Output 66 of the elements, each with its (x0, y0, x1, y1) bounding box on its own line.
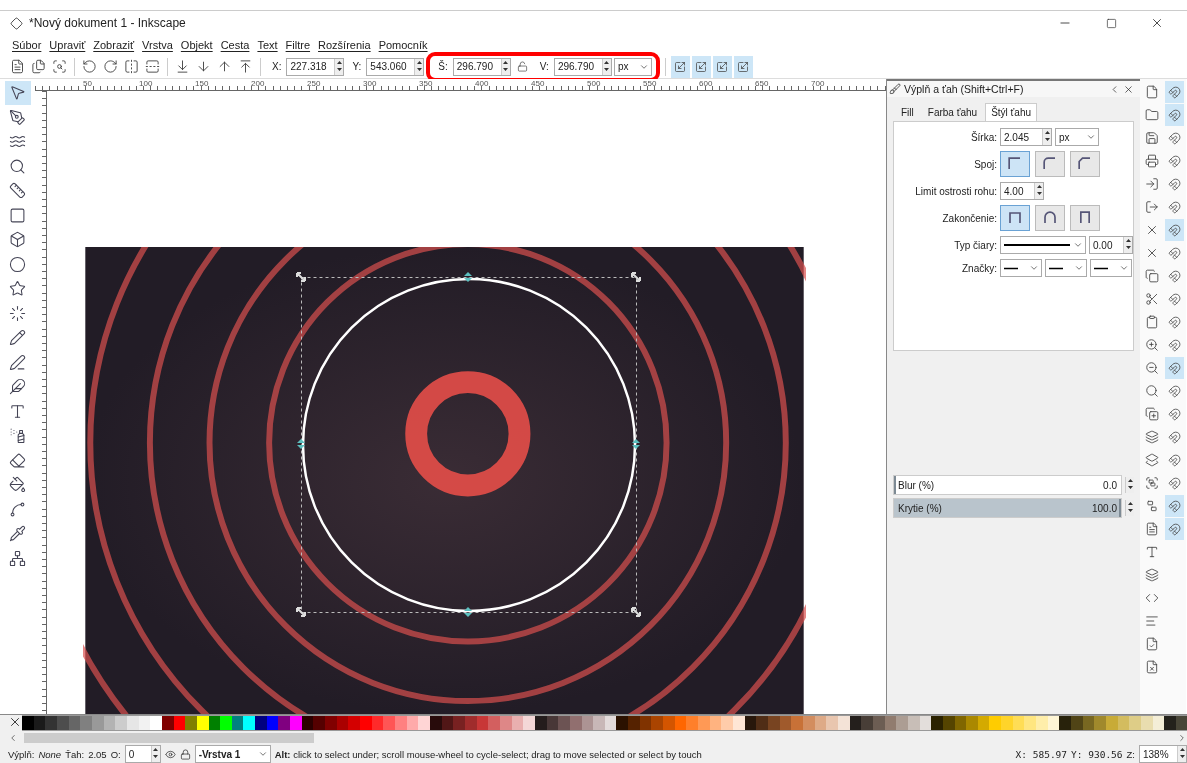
slider-track[interactable]: Blur (%) 0.0 (893, 475, 1122, 495)
unit-dropdown[interactable]: px (613, 57, 652, 76)
menu-item[interactable]: Objekt (176, 36, 217, 54)
status-label: Ťah: (65, 748, 85, 760)
cursor-x: X: 585.97 (1015, 748, 1068, 760)
field-label: Š: (438, 61, 448, 72)
field-label: Limit ostrosti rohu: (914, 185, 997, 197)
ruler-label: 250 (307, 79, 322, 90)
slider-label: Krytie (%) (897, 502, 943, 514)
status-message: Alt: click to select under; scroll mouse-wheel to cycle-select; drag to move selected or select by touch (274, 748, 703, 760)
cursor-y: Y: 930.56 (1071, 748, 1123, 760)
menu-item[interactable]: Rozšírenia (314, 36, 375, 54)
number-field[interactable]: 0.00 (1089, 236, 1133, 254)
ruler-label: 400 (475, 79, 490, 90)
menu-item[interactable]: Súbor (8, 36, 46, 54)
ruler-label: 500 (587, 79, 602, 90)
window-title: *Nový dokument 1 - Inkscape (29, 16, 187, 30)
ruler-label: 450 (531, 79, 546, 90)
number-field[interactable]: 296.790 (452, 57, 511, 76)
unit-dropdown[interactable]: px (1055, 128, 1099, 146)
tab[interactable]: Farba ťahu (921, 103, 984, 121)
field-label: Značky: (961, 262, 997, 274)
layer-dropdown[interactable]: -Vrstva 1 (194, 745, 271, 763)
tab[interactable]: Štýl ťahu (985, 103, 1037, 121)
slider-value: 0.0 (1103, 479, 1118, 491)
slider-track[interactable]: Krytie (%) 100.0 (893, 498, 1122, 518)
ruler-label: 200 (251, 79, 266, 90)
field-label: Šírka: (969, 131, 997, 143)
number-field[interactable]: 227.318 (286, 57, 345, 76)
field-label: Spoj: (973, 158, 997, 170)
field-label: Y: (352, 61, 362, 72)
field-label: X: (272, 61, 282, 72)
menu-item[interactable]: Upraviť (45, 36, 90, 54)
field-label: V: (539, 61, 549, 72)
number-field[interactable]: 2.045 (1000, 128, 1052, 146)
stroke-value: 2.05 (88, 748, 107, 760)
field-label: Typ čiary: (953, 239, 997, 251)
slider-label: Blur (%) (897, 479, 936, 491)
number-field[interactable]: 296.790 (553, 57, 612, 76)
ruler-label: 700 (811, 79, 826, 90)
ruler-label: 550 (643, 79, 658, 90)
ruler-label: 150 (195, 79, 210, 90)
number-field[interactable]: 4.00 (1000, 182, 1044, 200)
number-field[interactable]: 543.060 (366, 57, 425, 76)
menu-item[interactable]: Filtre (281, 36, 315, 54)
status-label: Výplň: (8, 748, 35, 760)
menu-item[interactable]: Vrstva (138, 36, 177, 54)
menu-item[interactable]: Cesta (216, 36, 254, 54)
ruler-label: 50 (83, 79, 93, 90)
panel-title: Výplň a ťah (Shift+Ctrl+F) (904, 83, 1025, 95)
opacity-field[interactable]: 0 (124, 745, 161, 763)
status-label: Z: (1126, 748, 1135, 760)
ruler-label: 100 (139, 79, 154, 90)
ruler-label: 650 (755, 79, 770, 90)
menu-item[interactable]: Pomocník (374, 36, 432, 54)
zoom-field[interactable]: 138% (1139, 745, 1187, 763)
fill-value: None (38, 748, 62, 760)
menu-item[interactable]: Zobraziť (89, 36, 139, 54)
ruler-label: 350 (419, 79, 434, 90)
tab[interactable]: Fill (895, 103, 920, 121)
field-label: Zakončenie: (941, 212, 997, 224)
ruler-label: 300 (363, 79, 378, 90)
ruler-label: 600 (699, 79, 714, 90)
slider-value: 100.0 (1091, 502, 1118, 514)
menu-item[interactable]: Text (253, 36, 282, 54)
status-label: O: (110, 748, 121, 760)
